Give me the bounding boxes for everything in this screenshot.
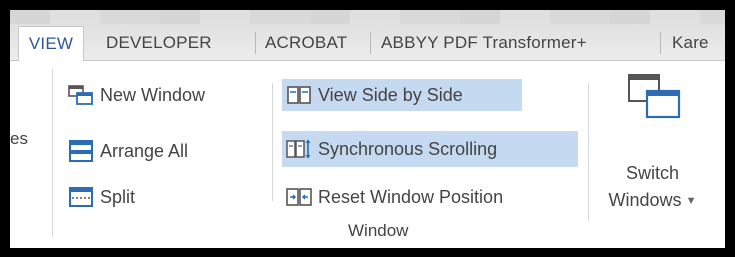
synchronous-scrolling-icon [286, 139, 311, 159]
view-side-by-side-icon [287, 86, 311, 104]
column-divider [588, 83, 589, 221]
column-divider [272, 83, 273, 201]
new-window-button[interactable]: New Window [68, 79, 205, 111]
arrange-all-button[interactable]: Arrange All [68, 135, 188, 167]
dropdown-caret-icon: ▼ [685, 195, 697, 208]
new-window-icon [68, 85, 93, 105]
ribbon-body: es New Window Arrange All Split View Sid… [10, 61, 725, 248]
arrange-all-label: Arrange All [100, 140, 189, 161]
split-icon [69, 187, 93, 207]
tab-separator [370, 32, 371, 54]
view-side-by-side-button[interactable]: View Side by Side [282, 79, 522, 111]
switch-windows-button[interactable]: Switch Windows ▼ [600, 71, 705, 221]
tab-kare[interactable]: Kare [672, 26, 709, 60]
switch-windows-label-line1: Switch [625, 163, 679, 183]
synchronous-scrolling-label: Synchronous Scrolling [318, 138, 498, 159]
tab-acrobat[interactable]: ACROBAT [265, 26, 347, 60]
reset-window-position-label: Reset Window Position [318, 186, 504, 207]
switch-windows-label-text: Windows [608, 190, 682, 210]
tab-separator [660, 32, 661, 54]
reset-window-position-button[interactable]: Reset Window Position [286, 181, 503, 213]
split-button[interactable]: Split [68, 181, 135, 213]
switch-windows-icon [627, 74, 680, 119]
word-ribbon-window: VIEW DEVELOPER ACROBAT ABBYY PDF Transfo… [10, 10, 725, 248]
switch-windows-label-line2: Windows ▼ [600, 190, 705, 211]
tab-developer[interactable]: DEVELOPER [106, 26, 212, 60]
view-side-by-side-label: View Side by Side [318, 84, 463, 105]
previous-group-label-fragment: es [10, 129, 28, 148]
synchronous-scrolling-button[interactable]: Synchronous Scrolling [282, 131, 578, 167]
tab-abbyy-pdf-transformer[interactable]: ABBYY PDF Transformer+ [381, 26, 587, 60]
split-label: Split [100, 186, 136, 207]
ribbon-tab-bar: VIEW DEVELOPER ACROBAT ABBYY PDF Transfo… [10, 10, 725, 62]
window-group-label: Window [348, 221, 409, 240]
tab-separator [255, 32, 256, 54]
new-window-label: New Window [100, 84, 206, 105]
tab-view[interactable]: VIEW [18, 26, 84, 62]
reset-window-position-icon [286, 188, 312, 206]
group-divider [52, 69, 53, 237]
arrange-all-icon [69, 140, 93, 162]
